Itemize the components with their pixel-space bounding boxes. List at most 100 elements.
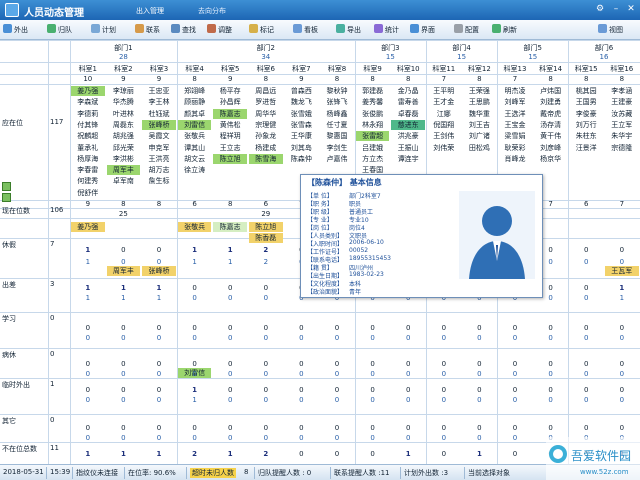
- person-name[interactable]: 王宝金: [498, 120, 532, 130]
- view-button[interactable]: 视图: [598, 23, 623, 37]
- person-name[interactable]: 孙昌辉: [213, 97, 247, 107]
- person-name[interactable]: 魏龙飞: [285, 97, 319, 107]
- person-name[interactable]: 田松鸡: [463, 143, 497, 153]
- leave-person[interactable]: 张敬兵: [177, 222, 212, 232]
- person-name[interactable]: 金乃晶: [391, 86, 425, 96]
- person-name[interactable]: 朱柱东: [569, 131, 603, 141]
- leave-person[interactable]: 姜乃强: [71, 222, 105, 232]
- person-name[interactable]: 黄干伟: [534, 131, 568, 141]
- tab-distribution[interactable]: 去向分布: [198, 6, 226, 16]
- person-name[interactable]: 黎惠国: [320, 131, 354, 141]
- person-name[interactable]: 王才金: [427, 97, 461, 107]
- person-name[interactable]: 王思鹏: [463, 97, 497, 107]
- person-name[interactable]: 李森斌: [71, 97, 105, 107]
- person-name[interactable]: 杨京华: [534, 154, 568, 164]
- adjust-button[interactable]: 调整: [207, 23, 232, 37]
- export-button[interactable]: 导出: [336, 23, 361, 37]
- person-name[interactable]: 陈雪海: [249, 153, 283, 164]
- person-name[interactable]: 汝苏藏: [605, 109, 639, 119]
- person-name[interactable]: 张俊鹏: [356, 109, 390, 119]
- person-name[interactable]: 姜秀馨: [356, 97, 390, 107]
- person-name[interactable]: 邱光荣: [107, 143, 141, 153]
- person-name[interactable]: 吕建娥: [356, 143, 390, 153]
- person-name[interactable]: 慈进东: [391, 119, 425, 130]
- person-name[interactable]: 肖峰龙: [498, 154, 532, 164]
- person-name[interactable]: 倪国翔: [427, 120, 461, 130]
- mark-button[interactable]: 标记: [249, 23, 274, 37]
- person-name[interactable]: 明杰凌: [498, 86, 532, 96]
- person-name[interactable]: 张雷超: [355, 131, 390, 142]
- collapse-icon[interactable]: [2, 193, 11, 202]
- person-name[interactable]: 张峰桥: [142, 119, 176, 130]
- trip-person[interactable]: 张峰桥: [142, 266, 176, 276]
- return-button[interactable]: 归队: [47, 23, 72, 37]
- person-name[interactable]: 王立军: [605, 120, 639, 130]
- person-name[interactable]: 张敬兵: [178, 131, 212, 141]
- search-button[interactable]: 查找: [171, 23, 196, 37]
- board-button[interactable]: 看板: [293, 23, 318, 37]
- interface-button[interactable]: 界面: [410, 23, 435, 37]
- leave-person[interactable]: 陈立旭: [249, 222, 283, 232]
- person-name[interactable]: 孙象龙: [249, 131, 283, 141]
- config-button[interactable]: 配置: [454, 23, 479, 37]
- person-name[interactable]: 刘广诸: [463, 131, 497, 141]
- person-name[interactable]: 雷寿善: [391, 97, 425, 107]
- trip-person[interactable]: 周军丰: [106, 266, 141, 276]
- person-name[interactable]: 叶进林: [107, 109, 141, 119]
- person-name[interactable]: 姜乃强: [71, 86, 105, 96]
- person-name[interactable]: 汪景洋: [569, 143, 603, 153]
- person-name[interactable]: 王洪亮: [142, 154, 176, 164]
- person-name[interactable]: 王华康: [285, 131, 319, 141]
- person-name[interactable]: 华杰腾: [107, 97, 141, 107]
- person-name[interactable]: 付其锋: [71, 120, 105, 130]
- person-name[interactable]: 李孝涵: [605, 86, 639, 96]
- person-name[interactable]: 李王林: [142, 97, 176, 107]
- person-name[interactable]: 杨峰鑫: [320, 109, 354, 119]
- person-name[interactable]: 董承礼: [71, 143, 105, 153]
- person-name[interactable]: 颜其卓: [178, 109, 212, 119]
- person-name[interactable]: 宗德隆: [605, 143, 639, 153]
- person-name[interactable]: 刘其岛: [285, 143, 319, 153]
- refresh-button[interactable]: 刷新: [492, 23, 517, 37]
- contact-button[interactable]: 联系: [135, 23, 160, 37]
- person-name[interactable]: 刘雷信: [177, 119, 212, 130]
- person-name[interactable]: 卢炜国: [534, 86, 568, 96]
- person-name[interactable]: 吴霞文: [142, 131, 176, 141]
- person-name[interactable]: 朱华宇: [605, 131, 639, 141]
- person-name[interactable]: 周昌远: [249, 86, 283, 96]
- person-name[interactable]: 张锋飞: [320, 97, 354, 107]
- person-name[interactable]: 卓春磊: [391, 109, 425, 119]
- person-name[interactable]: 胡万志: [142, 165, 176, 175]
- person-name[interactable]: 陈森仲: [285, 154, 319, 164]
- expand-icon[interactable]: [2, 182, 11, 191]
- person-name[interactable]: 戴帝虎: [534, 109, 568, 119]
- person-name[interactable]: 祝麟超: [71, 131, 105, 141]
- person-name[interactable]: 刘峰军: [498, 97, 532, 107]
- person-name[interactable]: 王立志: [213, 143, 247, 153]
- person-name[interactable]: 詹生标: [142, 176, 176, 186]
- person-name[interactable]: 程祥玥: [213, 131, 247, 141]
- person-name[interactable]: 李剑生: [320, 143, 354, 153]
- person-name[interactable]: 胡文云: [178, 154, 212, 164]
- trip-person[interactable]: 王瓦军: [605, 266, 639, 276]
- leave-person[interactable]: 陈嘉志: [213, 222, 247, 232]
- plan-button[interactable]: 计划: [91, 23, 116, 37]
- person-name[interactable]: 耿荣彩: [498, 143, 532, 153]
- person-name[interactable]: 林永翔: [356, 120, 390, 130]
- person-name[interactable]: 周磊东: [107, 120, 141, 130]
- person-name[interactable]: 郭建磊: [356, 86, 390, 96]
- leave-person[interactable]: 陈香磊: [249, 233, 283, 243]
- person-name[interactable]: 宗理健: [249, 120, 283, 130]
- person-name[interactable]: 李洪彬: [107, 154, 141, 164]
- person-name[interactable]: 杨厚海: [71, 154, 105, 164]
- person-name[interactable]: 王荣强: [463, 86, 497, 96]
- settings-icon[interactable]: ⚙: [594, 3, 606, 15]
- person-name[interactable]: 卓军南: [107, 176, 141, 186]
- person-name[interactable]: 魏华重: [463, 109, 497, 119]
- person-name[interactable]: 王国男: [569, 97, 603, 107]
- person-name[interactable]: 张雪娥: [285, 109, 319, 119]
- person-name[interactable]: 方立杰: [356, 154, 390, 164]
- person-name[interactable]: 梁雪娟: [498, 131, 532, 141]
- person-name[interactable]: 李春雷: [71, 165, 105, 175]
- person-name[interactable]: 刘万行: [569, 120, 603, 130]
